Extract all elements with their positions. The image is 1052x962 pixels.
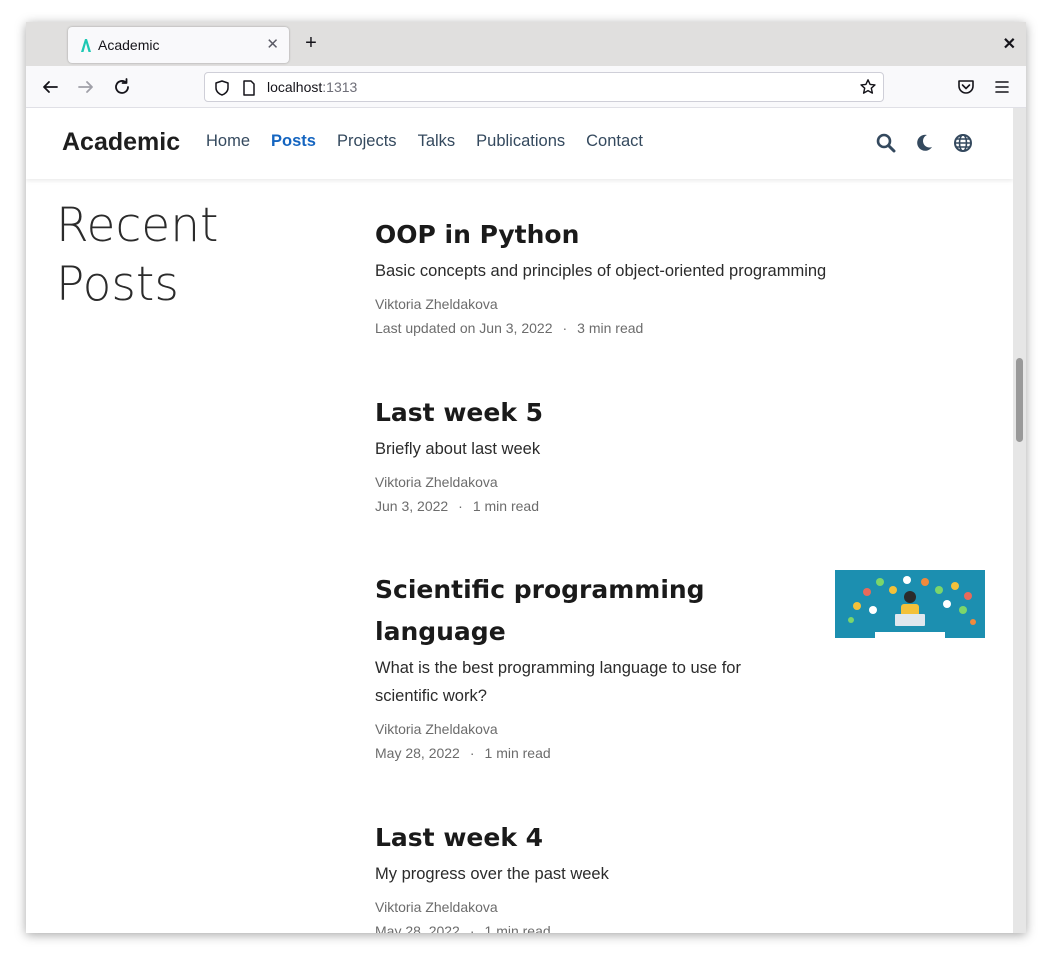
pocket-icon[interactable] (955, 76, 977, 98)
post-item: Scientific programming language What is … (375, 569, 795, 761)
bookmark-star-icon[interactable] (859, 78, 877, 96)
vertical-scrollbar[interactable] (1013, 108, 1026, 933)
hamburger-menu-icon[interactable] (991, 76, 1013, 98)
globe-icon[interactable] (952, 132, 974, 154)
close-window-icon[interactable]: ✕ (1003, 34, 1016, 54)
page-viewport: Academic Home Posts Projects Talks Publi… (26, 108, 1026, 933)
post-author-link[interactable]: Viktoria Zheldakova (375, 899, 995, 915)
post-date: May 28, 2022 (375, 923, 460, 933)
post-item: OOP in Python Basic concepts and princip… (375, 214, 995, 336)
menu-item-contact[interactable]: Contact (586, 132, 643, 151)
url-text[interactable]: localhost:1313 (267, 79, 357, 95)
post-read-time: 1 min read (484, 923, 551, 933)
post-meta: May 28, 2022 · 1 min read (375, 923, 995, 933)
shield-icon[interactable] (213, 79, 231, 97)
forward-icon[interactable] (75, 76, 97, 98)
page-title: Recent Posts (56, 198, 219, 312)
url-host: localhost (267, 79, 323, 95)
navigation-toolbar: localhost:1313 (26, 66, 1026, 108)
meta-separator: · (469, 923, 475, 933)
url-bar[interactable]: localhost:1313 (204, 72, 884, 102)
post-summary: My progress over the past week (375, 865, 609, 883)
site-brand[interactable]: Academic (62, 128, 180, 157)
post-summary: Basic concepts and principles of object-… (375, 262, 827, 280)
back-icon[interactable] (39, 76, 61, 98)
menu-item-posts[interactable]: Posts (271, 132, 316, 151)
academic-logo-icon (81, 39, 91, 52)
close-tab-icon[interactable]: ✕ (266, 35, 279, 53)
post-item: Last week 4 My progress over the past we… (375, 817, 995, 933)
post-title-link[interactable]: Scientific programming language (375, 569, 795, 653)
post-summary: Briefly about last week (375, 440, 541, 458)
post-date: Last updated on Jun 3, 2022 (375, 320, 553, 336)
post-summary: What is the best programming language to… (375, 659, 741, 705)
menu-item-talks[interactable]: Talks (418, 132, 456, 151)
tab-bar: Academic ✕ + ✕ (26, 22, 1026, 66)
post-read-time: 1 min read (484, 745, 551, 761)
reload-icon[interactable] (111, 76, 133, 98)
menu-item-home[interactable]: Home (206, 132, 250, 151)
post-meta: Jun 3, 2022 · 1 min read (375, 498, 995, 514)
scrollbar-thumb[interactable] (1016, 358, 1023, 442)
browser-window: Academic ✕ + ✕ localhost:1313 Academic H… (26, 22, 1026, 933)
main-menu: Home Posts Projects Talks Publications C… (206, 132, 643, 151)
url-port: :1313 (322, 79, 358, 95)
post-read-time: 3 min read (577, 320, 644, 336)
post-read-time: 1 min read (472, 498, 539, 514)
meta-separator: · (469, 745, 475, 761)
post-title-link[interactable]: Last week 4 (375, 817, 995, 859)
post-date: Jun 3, 2022 (375, 498, 449, 514)
moon-icon[interactable] (913, 132, 935, 154)
post-meta: May 28, 2022 · 1 min read (375, 745, 795, 761)
post-thumbnail-image[interactable] (835, 570, 985, 638)
search-icon[interactable] (875, 132, 897, 154)
post-meta: Last updated on Jun 3, 2022 · 3 min read (375, 320, 995, 336)
new-tab-button[interactable]: + (300, 32, 322, 54)
post-title-link[interactable]: Last week 5 (375, 392, 995, 434)
tab-academic[interactable]: Academic ✕ (68, 27, 289, 63)
post-author-link[interactable]: Viktoria Zheldakova (375, 296, 995, 312)
post-author-link[interactable]: Viktoria Zheldakova (375, 721, 795, 737)
meta-separator: · (458, 498, 463, 514)
site-header: Academic Home Posts Projects Talks Publi… (26, 108, 1013, 179)
page-icon[interactable] (241, 79, 257, 97)
post-author-link[interactable]: Viktoria Zheldakova (375, 474, 995, 490)
tab-title: Academic (98, 37, 160, 53)
post-title-link[interactable]: OOP in Python (375, 214, 995, 256)
meta-separator: · (562, 320, 568, 336)
menu-item-projects[interactable]: Projects (337, 132, 397, 151)
post-item: Last week 5 Briefly about last week Vikt… (375, 392, 995, 514)
post-date: May 28, 2022 (375, 745, 460, 761)
menu-item-publications[interactable]: Publications (476, 132, 565, 151)
